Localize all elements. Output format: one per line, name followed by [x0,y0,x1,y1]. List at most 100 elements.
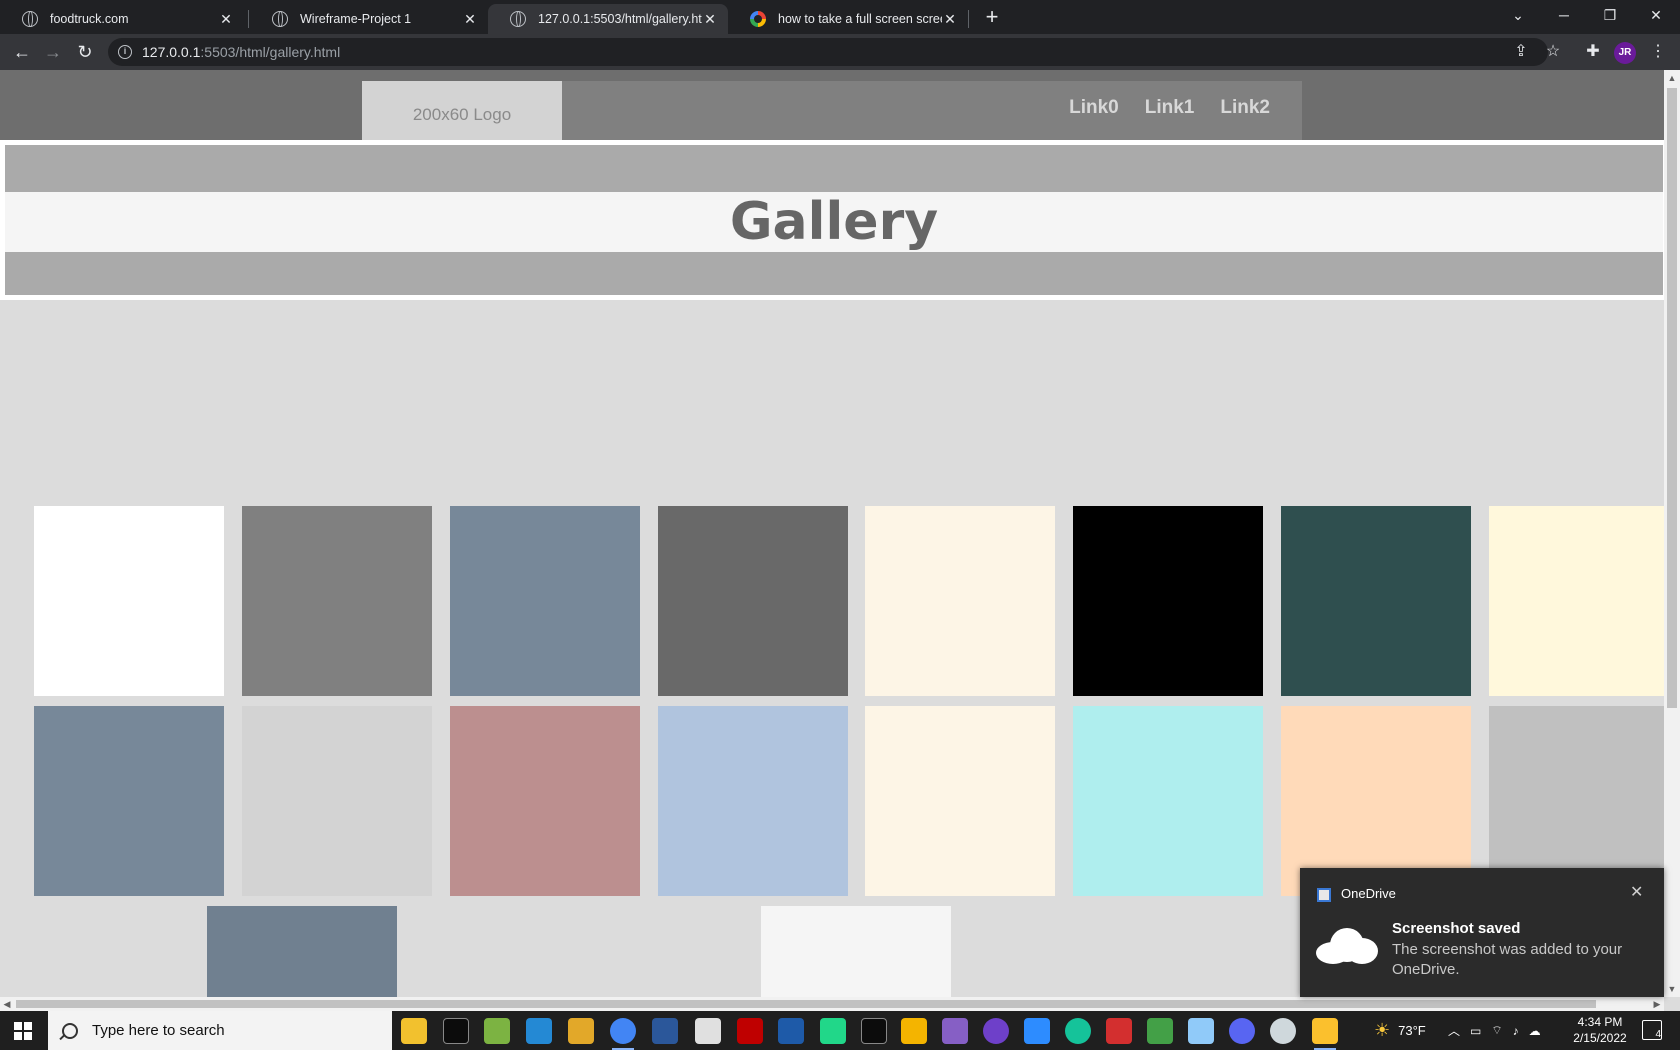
snipping-tool-icon[interactable] [1270,1018,1296,1044]
horizontal-scroll-thumb[interactable] [16,1000,1596,1008]
vertical-scrollbar[interactable]: ▲ ▼ [1664,70,1680,997]
gallery-swatch [207,906,397,997]
scroll-right-icon[interactable]: ▶ [1650,997,1664,1011]
menu-kebab-icon[interactable]: ⋮ [1648,42,1668,62]
document-icon[interactable] [695,1018,721,1044]
gallery-swatch [1281,506,1471,696]
weather-widget[interactable]: ☀ 73°F [1374,1011,1426,1050]
notification-center-icon[interactable]: 4 [1642,1020,1662,1040]
hexagon-app-icon[interactable] [901,1018,927,1044]
chevron-up-icon[interactable]: ︿ [1448,1022,1460,1039]
nav-link-0[interactable]: Link0 [1069,97,1119,119]
restore-icon[interactable]: ❐ [1587,0,1633,30]
vertical-scroll-thumb[interactable] [1667,88,1677,708]
scroll-down-icon[interactable]: ▼ [1664,981,1680,997]
filezilla-icon[interactable] [737,1018,763,1044]
onedrive-notification[interactable]: OneDrive ✕ Screenshot saved The screensh… [1300,868,1664,997]
gallery-swatch [658,506,848,696]
site-logo[interactable]: 200x60 Logo [362,81,562,140]
system-tray: ︿ ▭ ⌔ ♪ ☁ [1448,1011,1541,1050]
grammarly-icon[interactable] [1065,1018,1091,1044]
site-info-icon[interactable]: i [118,45,132,59]
sticky-notes-icon[interactable] [1312,1018,1338,1050]
notepad-icon[interactable] [484,1018,510,1044]
tab-wireframe[interactable]: Wireframe-Project 1 ✕ [250,4,488,34]
notification-count: 4 [1655,1029,1661,1040]
google-icon [750,11,766,27]
tab-title: 127.0.0.1:5503/html/gallery.html [538,12,702,26]
close-tab-icon[interactable]: ✕ [462,11,478,28]
reload-icon[interactable]: ↻ [73,40,97,64]
nav-link-1[interactable]: Link1 [1145,97,1195,119]
gallery-swatch [658,706,848,896]
notification-body: The screenshot was added to your OneDriv… [1392,941,1623,978]
tab-title: how to take a full screen screenshot [778,12,942,26]
gallery-swatch [865,706,1055,896]
address-bar[interactable]: i 127.0.0.1:5503/html/gallery.html [108,38,1548,66]
page-hero: Gallery [0,140,1664,300]
windows-start-icon[interactable] [14,1022,32,1040]
nav-links: Link0 Link1 Link2 [1069,97,1270,119]
share-icon[interactable]: ⇪ [1511,42,1531,62]
word-icon[interactable] [652,1018,678,1044]
volume-icon[interactable]: ♪ [1513,1024,1519,1038]
taskbar-search[interactable]: Type here to search [48,1011,392,1050]
tab-gallery[interactable]: 127.0.0.1:5503/html/gallery.html ✕ [488,4,728,34]
gallery-swatch [242,506,432,696]
horizontal-scrollbar[interactable]: ◀ ▶ [0,997,1664,1011]
terminal-icon[interactable] [443,1018,469,1044]
search-icon [62,1022,78,1039]
notification-heading: Screenshot saved [1392,920,1521,937]
extensions-icon[interactable]: ✚ [1583,42,1603,62]
gallery-swatch [34,506,224,696]
gallery-swatch [1073,706,1263,896]
close-notification-icon[interactable]: ✕ [1630,882,1643,902]
dev-tool-icon[interactable] [778,1018,804,1044]
discord-icon[interactable] [1229,1018,1255,1044]
minimize-icon[interactable]: ─ [1541,0,1587,30]
tab-google-search[interactable]: how to take a full screen screenshot ✕ [728,4,968,34]
clock-time: 4:34 PM [1577,1015,1623,1029]
site-header: 200x60 Logo Link0 Link1 Link2 [0,70,1664,140]
nav-link-2[interactable]: Link2 [1220,97,1270,119]
new-tab-button[interactable]: + [978,4,1006,32]
scroll-up-icon[interactable]: ▲ [1664,70,1680,86]
back-icon[interactable]: ← [10,40,34,64]
b-app-icon[interactable] [1106,1018,1132,1044]
close-tab-icon[interactable]: ✕ [942,11,958,28]
media-app-icon[interactable] [1147,1018,1173,1044]
file-explorer-icon[interactable] [401,1018,427,1044]
zoom-icon[interactable] [1024,1018,1050,1044]
weather-temperature: 73°F [1398,1023,1426,1038]
taskbar-clock[interactable]: 4:34 PM 2/15/2022 [1560,1014,1640,1046]
hero-band-bottom [5,252,1663,295]
bookmark-star-icon[interactable]: ☆ [1543,42,1563,62]
pycharm-icon[interactable] [820,1018,846,1044]
wifi-icon[interactable]: ⌔ [1491,1023,1502,1038]
tab-title: Wireframe-Project 1 [300,12,412,26]
git-icon[interactable] [568,1018,594,1044]
globe-icon [22,11,38,27]
url-text[interactable]: 127.0.0.1:5503/html/gallery.html [142,44,340,60]
scroll-left-icon[interactable]: ◀ [0,997,14,1011]
gallery-swatch [450,706,640,896]
console-icon[interactable] [861,1018,887,1044]
close-tab-icon[interactable]: ✕ [702,11,718,28]
forward-icon[interactable]: → [41,40,65,64]
chrome-icon[interactable] [610,1018,636,1050]
close-tab-icon[interactable]: ✕ [218,11,234,28]
browser-toolbar: ← → ↻ i 127.0.0.1:5503/html/gallery.html… [0,34,1680,70]
gallery-swatch [34,706,224,896]
tab-search-icon[interactable]: ⌄ [1495,0,1541,30]
close-window-icon[interactable]: ✕ [1633,0,1679,30]
notification-app-name: OneDrive [1341,886,1396,901]
profile-avatar[interactable]: JR [1614,42,1636,64]
tab-foodtruck[interactable]: foodtruck.com ✕ [0,4,244,34]
gallery-swatch [450,506,640,696]
visual-studio-icon[interactable] [942,1018,968,1044]
vscode-icon[interactable] [526,1018,552,1044]
onedrive-cloud-icon[interactable]: ☁ [1529,1024,1541,1038]
meet-now-icon[interactable]: ▭ [1470,1024,1481,1038]
virtualbox-icon[interactable] [1188,1018,1214,1044]
github-icon[interactable] [983,1018,1009,1044]
